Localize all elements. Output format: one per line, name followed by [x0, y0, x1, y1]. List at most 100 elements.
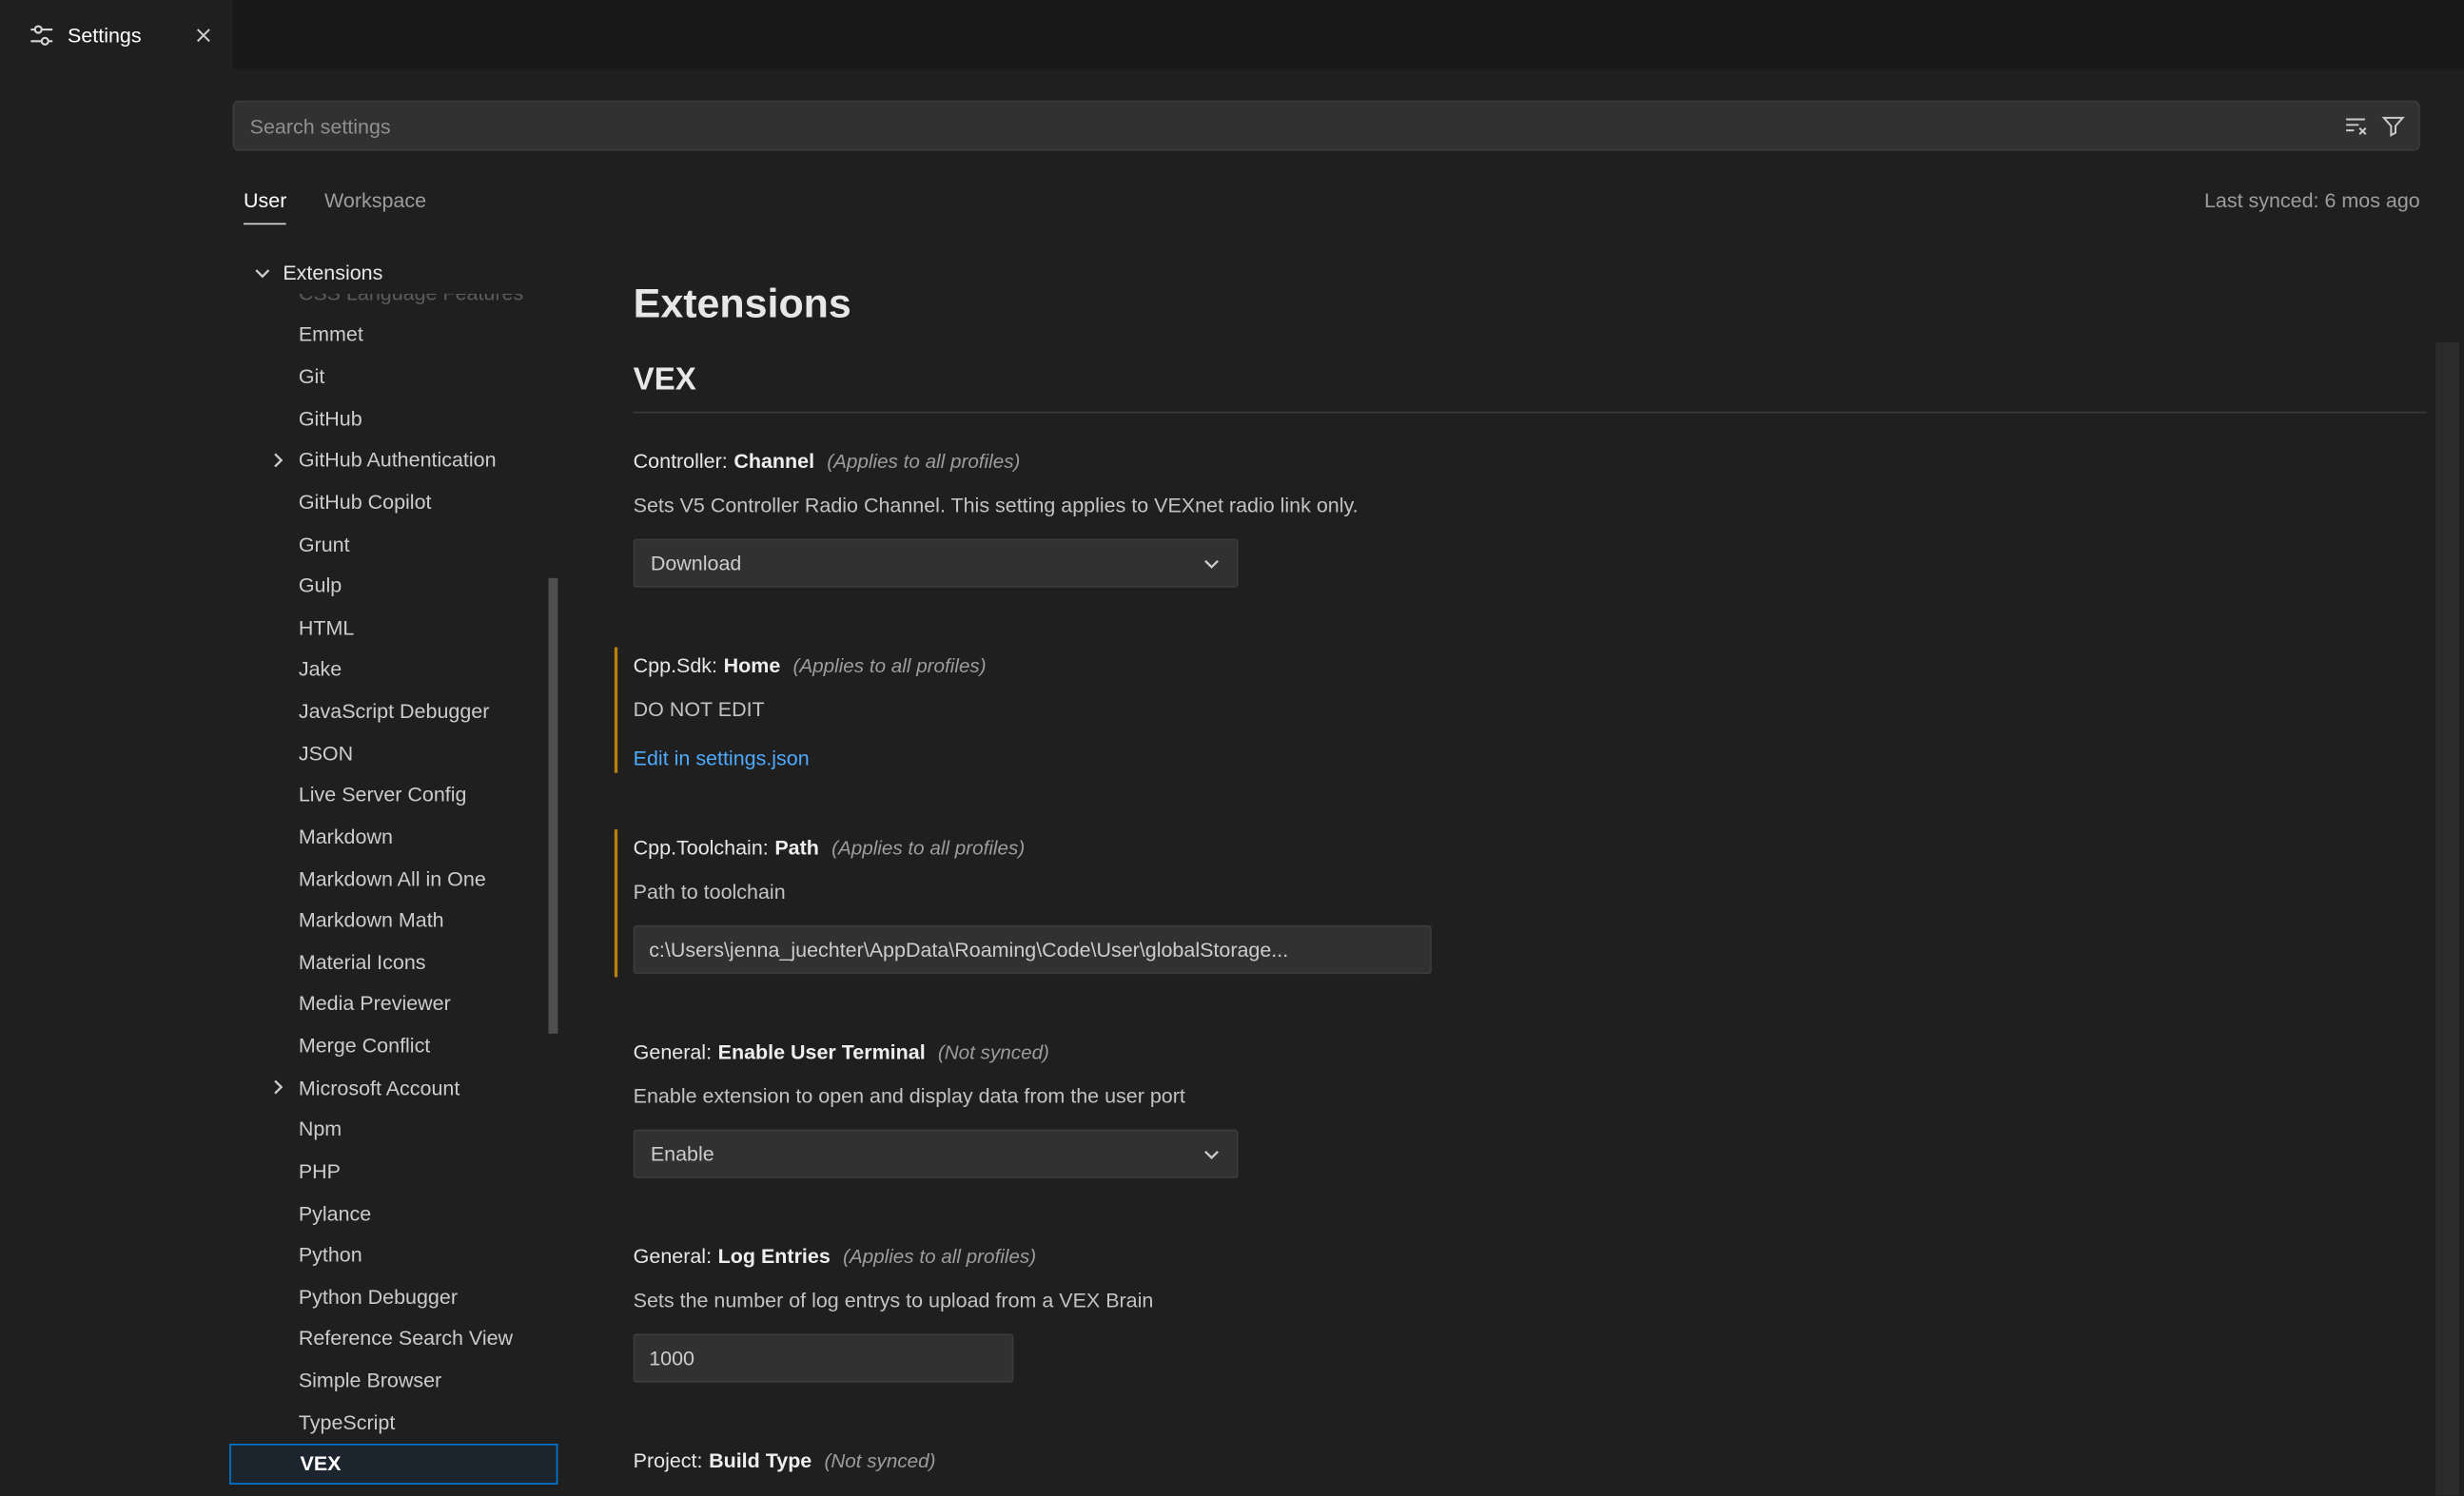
- setting-scope-tag: (Applies to all profiles): [827, 451, 1020, 473]
- toc-item-label: Material Icons: [299, 950, 426, 974]
- setting-name: Home: [724, 653, 781, 677]
- setting-scope-tag: (Applies to all profiles): [793, 655, 987, 677]
- path-input[interactable]: [634, 925, 1432, 974]
- toc-item-github-copilot[interactable]: GitHub Copilot: [228, 481, 560, 523]
- toc-item-json[interactable]: JSON: [228, 732, 560, 774]
- settings-list: Controller:Channel(Applies to all profil…: [634, 446, 2427, 1477]
- toc-item-pylance[interactable]: Pylance: [228, 1192, 560, 1234]
- setting-general-log-entries: General:Log Entries(Applies to all profi…: [634, 1241, 2377, 1383]
- toc-item-simple-browser[interactable]: Simple Browser: [228, 1359, 560, 1401]
- toc-item-label: TypeScript: [299, 1410, 395, 1434]
- setting-description: DO NOT EDIT: [634, 694, 2377, 726]
- close-icon[interactable]: [192, 23, 216, 47]
- dropdown-value: Enable: [651, 1142, 714, 1166]
- settings-tab[interactable]: Settings: [0, 0, 232, 69]
- toc-item-label: GitHub Authentication: [299, 448, 497, 472]
- toc-item-label: JSON: [299, 741, 353, 765]
- toc-item-label: Python: [299, 1243, 362, 1267]
- toc-list: CSS Language FeaturesEmmetGitGitHubGitHu…: [228, 272, 560, 1485]
- edit-in-settings-json-link[interactable]: Edit in settings.json: [634, 747, 810, 770]
- toc-item-markdown[interactable]: Markdown: [228, 815, 560, 857]
- toc-item-npm[interactable]: Npm: [228, 1108, 560, 1150]
- toc-item-media-previewer[interactable]: Media Previewer: [228, 982, 560, 1024]
- setting-title: Cpp.Sdk:Home(Applies to all profiles): [634, 651, 2377, 682]
- setting-controller-channel: Controller:Channel(Applies to all profil…: [634, 446, 2377, 588]
- setting-scope-tag: (Applies to all profiles): [831, 837, 1025, 859]
- settings-content: Extensions VEX Controller:Channel(Applie…: [596, 251, 2464, 1495]
- setting-cpp-sdk-home: Cpp.Sdk:Home(Applies to all profiles)DO …: [634, 651, 2377, 770]
- channel-dropdown[interactable]: Download: [634, 539, 1239, 588]
- toc-item-microsoft-account[interactable]: Microsoft Account: [228, 1066, 560, 1108]
- toc-item-vex[interactable]: VEX: [229, 1443, 557, 1485]
- toc-item-python[interactable]: Python: [228, 1234, 560, 1275]
- toc-item-emmet[interactable]: Emmet: [228, 314, 560, 356]
- setting-category: Project:: [634, 1448, 703, 1472]
- toc-item-label: Merge Conflict: [299, 1034, 430, 1058]
- toc-item-markdown-math[interactable]: Markdown Math: [228, 899, 560, 941]
- toc-item-git[interactable]: Git: [228, 356, 560, 398]
- setting-title: General:Log Entries(Applies to all profi…: [634, 1241, 2377, 1273]
- setting-name: Enable User Terminal: [718, 1039, 926, 1063]
- log-entries-input[interactable]: [634, 1333, 1014, 1382]
- editor-tab-bar: Settings: [0, 0, 2464, 69]
- setting-name: Log Entries: [718, 1244, 831, 1268]
- setting-title: Project:Build Type (Not synced): [634, 1446, 2377, 1477]
- toc-header-extensions[interactable]: Extensions: [228, 251, 560, 294]
- section-divider: [634, 412, 2427, 414]
- chevron-down-icon: [250, 260, 275, 284]
- setting-description: Sets V5 Controller Radio Channel. This s…: [634, 490, 2377, 521]
- toc-item-label: Emmet: [299, 322, 363, 346]
- toc-item-reference-search-view[interactable]: Reference Search View: [228, 1317, 560, 1359]
- tab-workspace[interactable]: Workspace: [324, 183, 426, 223]
- section-title: VEX: [634, 359, 2427, 402]
- toc-item-label: GitHub Copilot: [299, 490, 432, 514]
- toc-item-markdown-all-in-one[interactable]: Markdown All in One: [228, 857, 560, 899]
- toc-item-merge-conflict[interactable]: Merge Conflict: [228, 1024, 560, 1066]
- toc-item-github[interactable]: GitHub: [228, 398, 560, 439]
- dropdown-value: Download: [651, 552, 742, 575]
- setting-name: Build Type: [709, 1448, 812, 1472]
- toc-item-gulp[interactable]: Gulp: [228, 565, 560, 607]
- toc-item-label: Pylance: [299, 1201, 371, 1225]
- settings-search: [232, 101, 2419, 151]
- content-scrollbar[interactable]: [2435, 342, 2459, 1495]
- setting-cpp-toolchain-path: Cpp.Toolchain:Path(Applies to all profil…: [634, 832, 2377, 974]
- setting-scope-tag: (Not synced): [938, 1041, 1049, 1063]
- setting-project-build-type: Project:Build Type (Not synced): [634, 1446, 2377, 1477]
- toc-item-label: VEX: [300, 1452, 341, 1476]
- setting-category: Controller:: [634, 449, 728, 473]
- toc-item-label: Media Previewer: [299, 992, 451, 1016]
- setting-scope-tag: (Not synced): [824, 1450, 935, 1472]
- toc-item-label: Jake: [299, 657, 342, 681]
- toc-item-github-authentication[interactable]: GitHub Authentication: [228, 439, 560, 481]
- toc-item-grunt[interactable]: Grunt: [228, 523, 560, 565]
- toc-scrollbar[interactable]: [548, 578, 557, 1034]
- toc-item-label: Microsoft Account: [299, 1076, 460, 1099]
- enable-user-terminal-dropdown[interactable]: Enable: [634, 1130, 1239, 1178]
- toc-item-label: Simple Browser: [299, 1369, 441, 1392]
- toc-item-label: Npm: [299, 1117, 342, 1141]
- toc-item-typescript[interactable]: TypeScript: [228, 1401, 560, 1443]
- toc-item-label: Markdown All in One: [299, 866, 486, 890]
- tab-title: Settings: [68, 23, 179, 47]
- toc-item-javascript-debugger[interactable]: JavaScript Debugger: [228, 690, 560, 732]
- toc-item-label: Grunt: [299, 532, 350, 555]
- toc-item-label: JavaScript Debugger: [299, 699, 490, 723]
- tab-user[interactable]: User: [244, 183, 286, 225]
- toc-item-python-debugger[interactable]: Python Debugger: [228, 1275, 560, 1317]
- toc-item-live-server-config[interactable]: Live Server Config: [228, 774, 560, 816]
- toc-item-html[interactable]: HTML: [228, 607, 560, 649]
- filter-icon[interactable]: [2380, 113, 2405, 138]
- settings-sliders-icon: [29, 21, 55, 48]
- setting-general-enable-user-terminal: General:Enable User Terminal(Not synced)…: [634, 1037, 2377, 1178]
- search-input[interactable]: [234, 114, 2343, 138]
- toc-item-material-icons[interactable]: Material Icons: [228, 941, 560, 982]
- toc-item-php[interactable]: PHP: [228, 1150, 560, 1192]
- setting-category: General:: [634, 1244, 712, 1268]
- toc-item-label: Gulp: [299, 573, 342, 597]
- toc-item-jake[interactable]: Jake: [228, 649, 560, 690]
- setting-description: Path to toolchain: [634, 877, 2377, 908]
- setting-title: Cpp.Toolchain:Path(Applies to all profil…: [634, 832, 2377, 864]
- clear-search-icon[interactable]: [2343, 113, 2368, 138]
- toc-item-label: HTML: [299, 615, 354, 639]
